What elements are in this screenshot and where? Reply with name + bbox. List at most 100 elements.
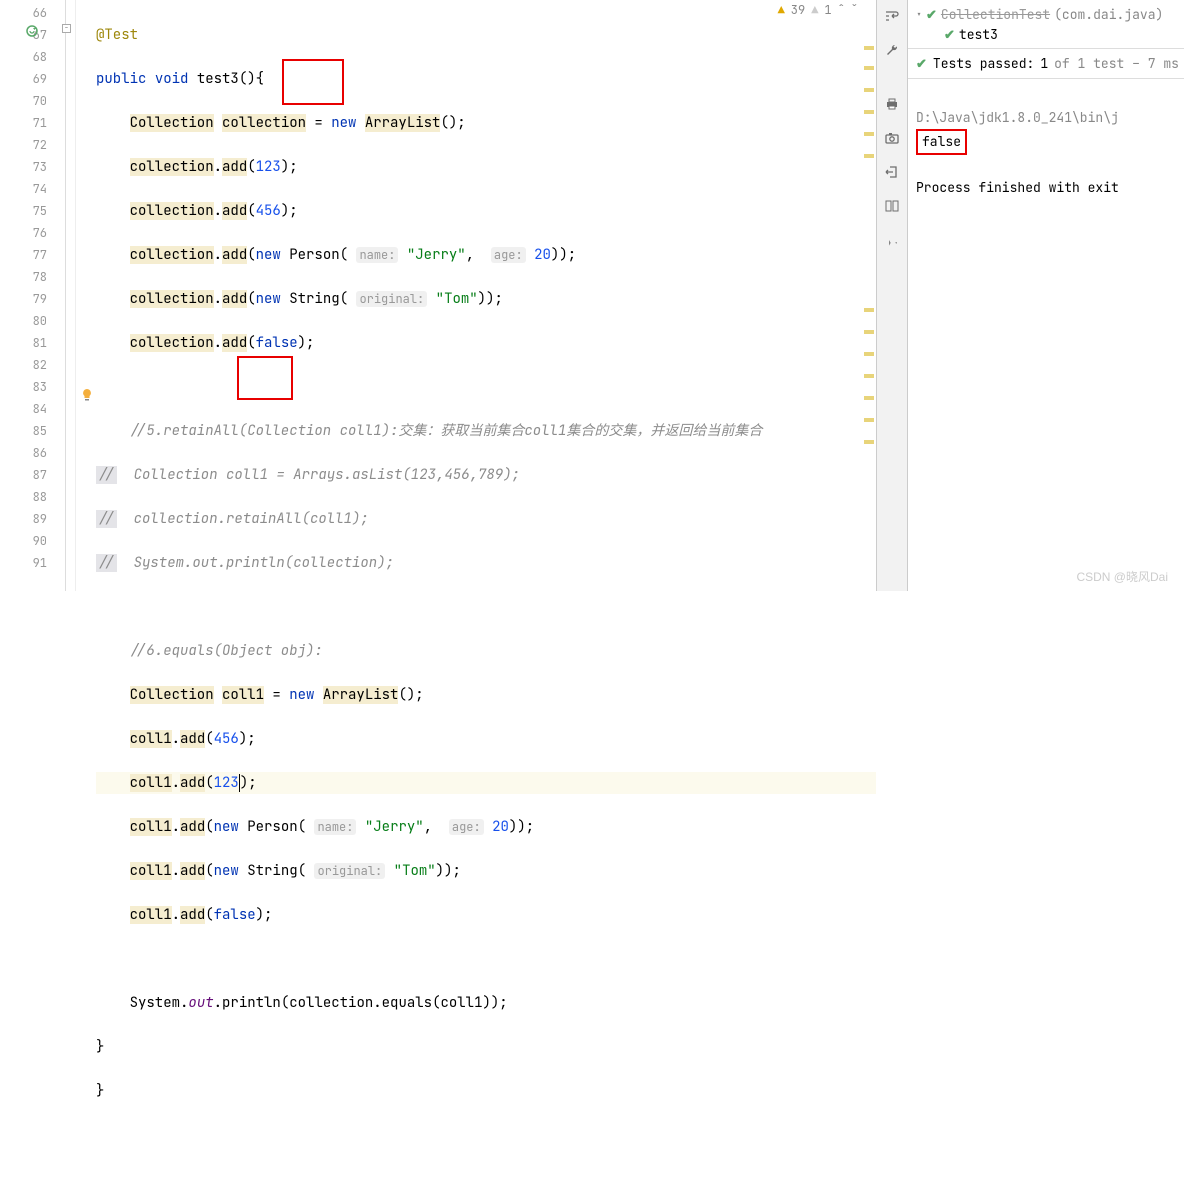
line-number: 84 [0,398,65,420]
check-icon: ✔ [944,26,955,43]
method-name: test3 [197,70,239,88]
line-number: 80 [0,310,65,332]
diff-icon[interactable] [882,196,902,216]
test-class-name[interactable]: CollectionTest [941,6,1050,23]
line-number: 90 [0,530,65,552]
error-stripe[interactable] [862,0,876,591]
type-arraylist: ArrayList [365,114,441,132]
line-number: 79 [0,288,65,310]
line-number: 71 [0,112,65,134]
annotation: @Test [96,26,138,44]
string-tom: "Tom" [436,290,478,308]
check-icon: ✔ [926,6,937,23]
marker[interactable] [864,46,874,50]
literal-123: 123 [256,158,281,176]
line-number: 68 [0,46,65,68]
marker[interactable] [864,88,874,92]
console-output[interactable]: D:\Java\jdk1.8.0_241\bin\j false Process… [908,79,1184,227]
marker[interactable] [864,418,874,422]
string-jerry: "Jerry" [407,246,466,264]
comment-line: System.out.println(collection); [117,554,394,572]
marker[interactable] [864,154,874,158]
tree-expand-icon[interactable]: ▾ [916,8,922,21]
run-test-gutter-icon[interactable] [26,24,42,40]
camera-icon[interactable] [882,128,902,148]
type-collection: Collection [130,114,214,132]
line-number: 75 [0,200,65,222]
line-number: 83 [0,376,65,398]
comment-line: Collection coll1 = Arrays.asList(123,456… [117,466,520,484]
comment-line: collection.retainAll(coll1); [117,510,369,528]
marker[interactable] [864,66,874,70]
print-icon[interactable] [882,94,902,114]
pin-icon[interactable] [882,230,902,250]
marker[interactable] [864,440,874,444]
fold-toggle-icon[interactable]: − [62,24,71,33]
next-highlight-icon[interactable]: ˇ [851,2,858,18]
inspection-widget[interactable]: ▲39 ▲1 ˆ ˇ [778,2,858,18]
line-number: 85 [0,420,65,442]
line-number: 76 [0,222,65,244]
line-number: 70 [0,90,65,112]
class-system: System [130,994,180,1012]
line-number: 78 [0,266,65,288]
warning-count: 39 [791,2,805,18]
line-number: 82 [0,354,65,376]
comment-retainall: //5.retainAll(Collection coll1):交集：获取当前集… [130,422,763,440]
keyword-void: void [155,70,189,88]
soft-wrap-icon[interactable] [882,6,902,26]
marker[interactable] [864,396,874,400]
wrench-icon[interactable] [882,40,902,60]
line-number: 73 [0,156,65,178]
weak-warning-icon: ▲ [811,2,818,18]
marker[interactable] [864,308,874,312]
console-toolbar [876,0,908,591]
exit-icon[interactable] [882,162,902,182]
marker[interactable] [864,110,874,114]
keyword-new: new [331,114,356,132]
hint-age: age: [491,247,526,263]
fold-column[interactable]: − [66,0,76,591]
status-passed-count: 1 [1040,55,1048,72]
comment-slash: // [96,466,117,484]
line-number: 81 [0,332,65,354]
type-person: Person [289,246,339,264]
warning-icon: ▲ [778,2,785,18]
keyword-false: false [256,334,298,352]
hint-original: original: [356,291,427,307]
gutter: 6667686970717273747576777879808182838485… [0,0,66,591]
watermark: CSDN @晓风Dai [1076,568,1168,585]
test-status-bar: ✔ Tests passed: 1 of 1 test – 7 ms [908,49,1184,79]
console-exit-line: Process finished with exit [916,179,1119,196]
line-number: 87 [0,464,65,486]
field-out: out [188,994,213,1012]
line-number: 69 [0,68,65,90]
console-jdk-path: D:\Java\jdk1.8.0_241\bin\j [916,109,1119,126]
marker[interactable] [864,374,874,378]
caret [239,774,240,792]
line-number: 74 [0,178,65,200]
code-area[interactable]: @Test public void test3(){ Collection co… [76,0,876,591]
console-output-false: false [916,129,967,155]
marker[interactable] [864,352,874,356]
check-icon: ✔ [916,55,927,72]
editor-pane[interactable]: 6667686970717273747576777879808182838485… [0,0,876,591]
var-collection: collection [222,114,306,132]
line-number: 77 [0,244,65,266]
prev-highlight-icon[interactable]: ˆ [838,2,845,18]
method-equals: equals [382,994,432,1012]
line-number: 88 [0,486,65,508]
type-string: String [289,290,339,308]
literal-456: 456 [256,202,281,220]
test-method-name[interactable]: test3 [959,26,998,43]
test-class-pkg: (com.dai.java) [1054,6,1163,23]
keyword-public: public [96,70,146,88]
line-number: 86 [0,442,65,464]
test-tree[interactable]: ▾ ✔ CollectionTest (com.dai.java) ✔ test… [908,0,1184,49]
test-run-panel: ▾ ✔ CollectionTest (com.dai.java) ✔ test… [908,0,1184,591]
marker[interactable] [864,330,874,334]
marker[interactable] [864,132,874,136]
hint-name: name: [356,247,398,263]
line-number: 91 [0,552,65,574]
line-number: 72 [0,134,65,156]
